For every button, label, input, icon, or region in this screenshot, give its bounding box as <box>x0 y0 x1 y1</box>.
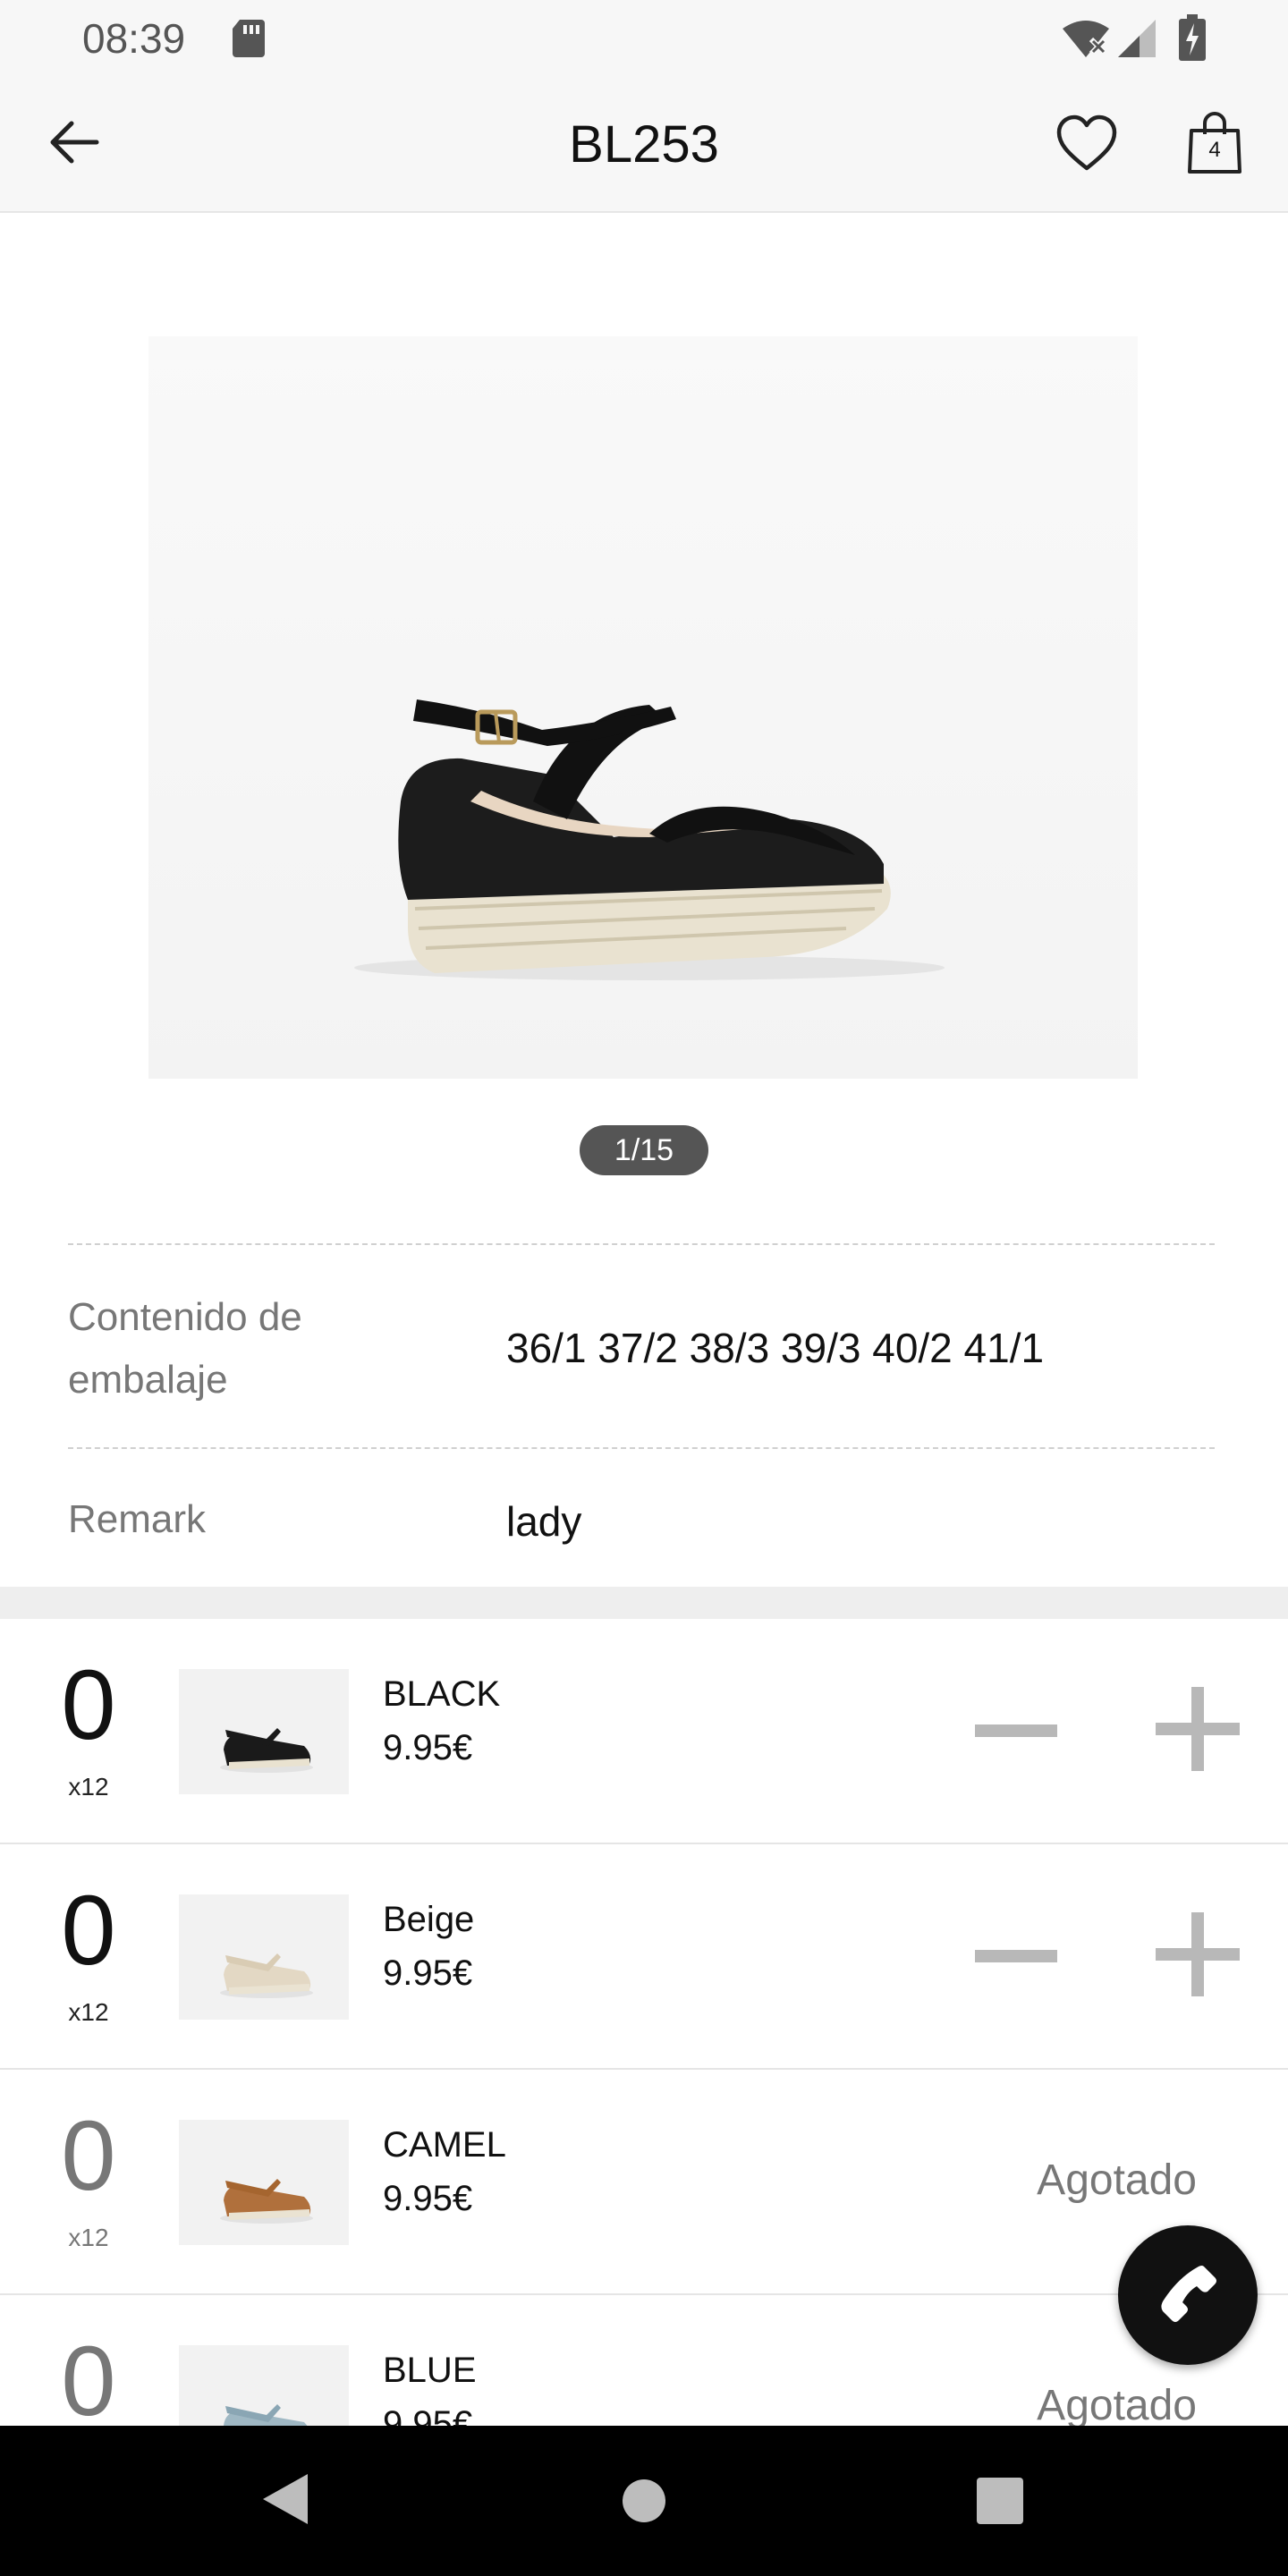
variant-row-black: 0 x12 BLACK 9.95€ <box>0 1619 1288 1844</box>
quantity-multiplier: x12 <box>68 1773 109 1801</box>
app-screen: 08:39 BL253 4 1/15 Contenido de embalaje… <box>0 0 1288 2576</box>
decrease-quantity-button[interactable] <box>975 1950 1057 1962</box>
system-navigation-bar <box>0 2426 1288 2576</box>
variant-thumbnail[interactable] <box>179 2120 349 2245</box>
nav-recents-icon[interactable] <box>977 2478 1023 2524</box>
quantity-value: 0 <box>61 1650 116 1760</box>
quantity-value: 0 <box>61 2326 116 2436</box>
wifi-off-icon <box>1063 21 1109 57</box>
phone-icon <box>1161 2266 1216 2322</box>
page-title: BL253 <box>569 115 719 174</box>
nav-home-icon[interactable] <box>623 2479 665 2522</box>
packaging-label: Contenido de embalaje <box>68 1295 302 1402</box>
status-bar: 08:39 <box>0 0 1288 75</box>
variant-color-name: BLACK <box>383 1674 501 1714</box>
variant-price: 9.95€ <box>383 1728 473 1767</box>
quantity-value: 0 <box>61 2101 116 2211</box>
quantity-multiplier: x12 <box>68 2224 109 2251</box>
sold-out-label: Agotado <box>1037 2157 1197 2204</box>
variant-price: 9.95€ <box>383 1953 473 1993</box>
variant-color-name: CAMEL <box>383 2125 506 2165</box>
app-header: BL253 4 <box>0 75 1288 213</box>
variant-row-camel: 0 x12 CAMEL 9.95€ Agotado <box>0 2070 1288 2295</box>
quantity-value: 0 <box>61 1876 116 1986</box>
variant-price: 9.95€ <box>383 2179 473 2218</box>
call-button[interactable] <box>1118 2225 1258 2365</box>
remark-value: lady <box>506 1498 582 1545</box>
packaging-value: 36/1 37/2 38/3 39/3 40/2 41/1 <box>506 1325 1045 1371</box>
image-counter: 1/15 <box>580 1125 708 1175</box>
status-time: 08:39 <box>82 15 186 62</box>
variant-row-beige: 0 x12 Beige 9.95€ <box>0 1844 1288 2070</box>
decrease-quantity-button[interactable] <box>975 1724 1057 1737</box>
cart-count-badge: 4 <box>1208 138 1221 162</box>
divider <box>68 1447 1215 1449</box>
section-divider <box>0 1587 1288 1619</box>
variant-thumbnail[interactable] <box>179 1669 349 1794</box>
increase-quantity-button[interactable] <box>1156 1687 1240 1771</box>
variant-color-name: BLUE <box>383 2351 477 2390</box>
quantity-multiplier: x12 <box>68 1998 109 2026</box>
back-arrow-icon[interactable] <box>45 111 107 174</box>
divider <box>68 1243 1215 1245</box>
variant-thumbnail[interactable] <box>179 1894 349 2020</box>
variant-color-name: Beige <box>383 1900 475 1939</box>
sold-out-label: Agotado <box>1037 2382 1197 2429</box>
sandal-illustration <box>354 699 945 980</box>
sd-card-icon <box>233 20 265 57</box>
product-image[interactable] <box>148 336 1138 1079</box>
increase-quantity-button[interactable] <box>1156 1912 1240 1996</box>
nav-back-icon[interactable] <box>259 2470 309 2528</box>
heart-icon[interactable] <box>1055 114 1118 174</box>
battery-charging-icon <box>1179 14 1206 61</box>
remark-label: Remark <box>68 1497 207 1541</box>
shopping-bag-button[interactable]: 4 <box>1186 111 1243 175</box>
signal-icon <box>1118 20 1156 57</box>
